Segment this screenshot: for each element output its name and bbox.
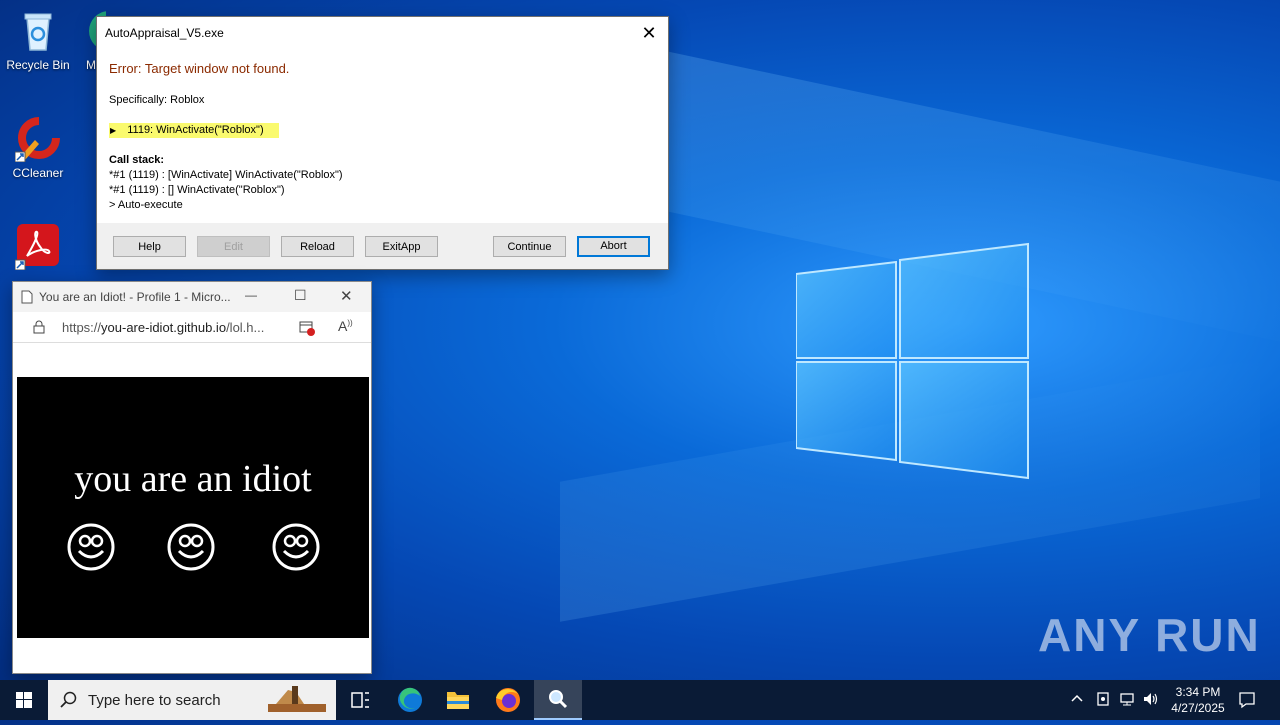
callstack-heading: Call stack: bbox=[109, 154, 165, 166]
desktop-icon-label: CCleaner bbox=[12, 166, 64, 180]
abort-button[interactable]: Abort bbox=[577, 236, 650, 257]
chevron-up-icon[interactable] bbox=[1070, 691, 1084, 708]
browser-title: You are an Idiot! - Profile 1 - Micro... bbox=[39, 290, 231, 304]
start-button[interactable] bbox=[0, 680, 48, 720]
windows-logo-wallpaper bbox=[796, 242, 1029, 480]
network-icon[interactable] bbox=[1119, 691, 1135, 710]
dialog-close-button[interactable]: ✕ bbox=[634, 20, 664, 46]
edge-icon bbox=[398, 687, 422, 712]
anyrun-watermark: ANY RUN bbox=[1038, 609, 1261, 661]
device-icon[interactable] bbox=[1096, 691, 1110, 710]
search-highlight-image bbox=[266, 684, 328, 721]
exitapp-button[interactable]: ExitApp bbox=[365, 236, 438, 257]
url-scheme: https:// bbox=[62, 320, 102, 335]
arrow-icon: ▶ bbox=[110, 126, 117, 135]
smiley-icon bbox=[272, 523, 320, 571]
desktop-icon-recycle-bin[interactable]: Recycle Bin bbox=[0, 8, 76, 72]
magnifier-icon bbox=[549, 690, 568, 709]
task-view-button[interactable] bbox=[336, 680, 384, 720]
taskbar-firefox[interactable] bbox=[484, 680, 532, 720]
help-button[interactable]: Help bbox=[113, 236, 186, 257]
callstack-line: > Auto-execute bbox=[109, 199, 183, 211]
callstack: Call stack: *#1 (1119) : [WinActivate] W… bbox=[109, 153, 343, 213]
taskbar-file-explorer[interactable] bbox=[434, 680, 482, 720]
minimize-button[interactable]: — bbox=[245, 288, 257, 302]
desktop-icon-label: M bbox=[86, 58, 96, 72]
taskbar: Type here to search 3:34 PM 4/27/2025 bbox=[0, 680, 1280, 720]
recycle-bin-icon bbox=[15, 8, 61, 54]
search-icon bbox=[60, 691, 78, 714]
smiley-icon bbox=[67, 523, 115, 571]
error-specifics: Specifically: Roblox bbox=[109, 94, 205, 106]
clock-date: 4/27/2025 bbox=[1171, 701, 1225, 715]
acrobat-icon bbox=[14, 224, 61, 271]
notification-icon[interactable] bbox=[1238, 691, 1256, 714]
edit-button[interactable]: Edit bbox=[197, 236, 270, 257]
clock-time: 3:34 PM bbox=[1175, 685, 1221, 699]
desktop-icon-label: Recycle Bin bbox=[6, 58, 70, 72]
url-path: /lol.h... bbox=[226, 320, 265, 335]
folder-icon bbox=[447, 692, 469, 709]
error-message: Error: Target window not found. bbox=[109, 61, 290, 76]
error-dialog: AutoAppraisal_V5.exe ✕ Error: Target win… bbox=[96, 16, 669, 270]
maximize-button[interactable]: ☐ bbox=[294, 287, 307, 304]
smiley-icon bbox=[167, 523, 215, 571]
windows-start-icon bbox=[16, 692, 32, 708]
browser-titlebar[interactable]: You are an Idiot! - Profile 1 - Micro...… bbox=[13, 282, 371, 312]
taskbar-search-box[interactable]: Type here to search bbox=[48, 680, 336, 720]
firefox-icon bbox=[496, 688, 520, 712]
search-placeholder: Type here to search bbox=[88, 692, 221, 709]
task-view-icon bbox=[351, 692, 369, 708]
address-bar[interactable]: https://you-are-idiot.github.io/lol.h...… bbox=[13, 312, 371, 343]
taskbar-search-app[interactable] bbox=[534, 680, 582, 720]
desktop-icon-ccleaner[interactable]: CCleaner bbox=[0, 116, 76, 180]
blocked-popup-icon[interactable] bbox=[299, 320, 315, 341]
url-text[interactable]: https://you-are-idiot.github.io/lol.h... bbox=[62, 320, 288, 335]
error-line-text: 1119: WinActivate("Roblox") bbox=[127, 124, 264, 136]
idiot-text: you are an idiot bbox=[74, 458, 312, 500]
callstack-line: *#1 (1119) : [] WinActivate("Roblox") bbox=[109, 184, 285, 196]
volume-icon[interactable] bbox=[1142, 691, 1160, 710]
dialog-title: AutoAppraisal_V5.exe bbox=[105, 26, 224, 40]
page-icon bbox=[21, 290, 33, 309]
continue-button[interactable]: Continue bbox=[493, 236, 566, 257]
error-line-highlight: ▶ 1119: WinActivate("Roblox") bbox=[109, 123, 279, 138]
lock-icon bbox=[33, 320, 45, 339]
callstack-line: *#1 (1119) : [WinActivate] WinActivate("… bbox=[109, 169, 343, 181]
browser-window: You are an Idiot! - Profile 1 - Micro...… bbox=[12, 281, 372, 674]
web-content: you are an idiot bbox=[17, 377, 369, 638]
read-aloud-icon[interactable]: A)) bbox=[338, 318, 353, 334]
url-host: you-are-idiot.github.io bbox=[101, 320, 227, 335]
desktop-icon-acrobat[interactable] bbox=[0, 224, 76, 272]
taskbar-edge[interactable] bbox=[386, 680, 434, 720]
ccleaner-icon bbox=[14, 116, 61, 163]
reload-button[interactable]: Reload bbox=[281, 236, 354, 257]
browser-close-button[interactable]: ✕ bbox=[340, 287, 353, 305]
taskbar-clock[interactable]: 3:34 PM 4/27/2025 bbox=[1160, 684, 1236, 716]
